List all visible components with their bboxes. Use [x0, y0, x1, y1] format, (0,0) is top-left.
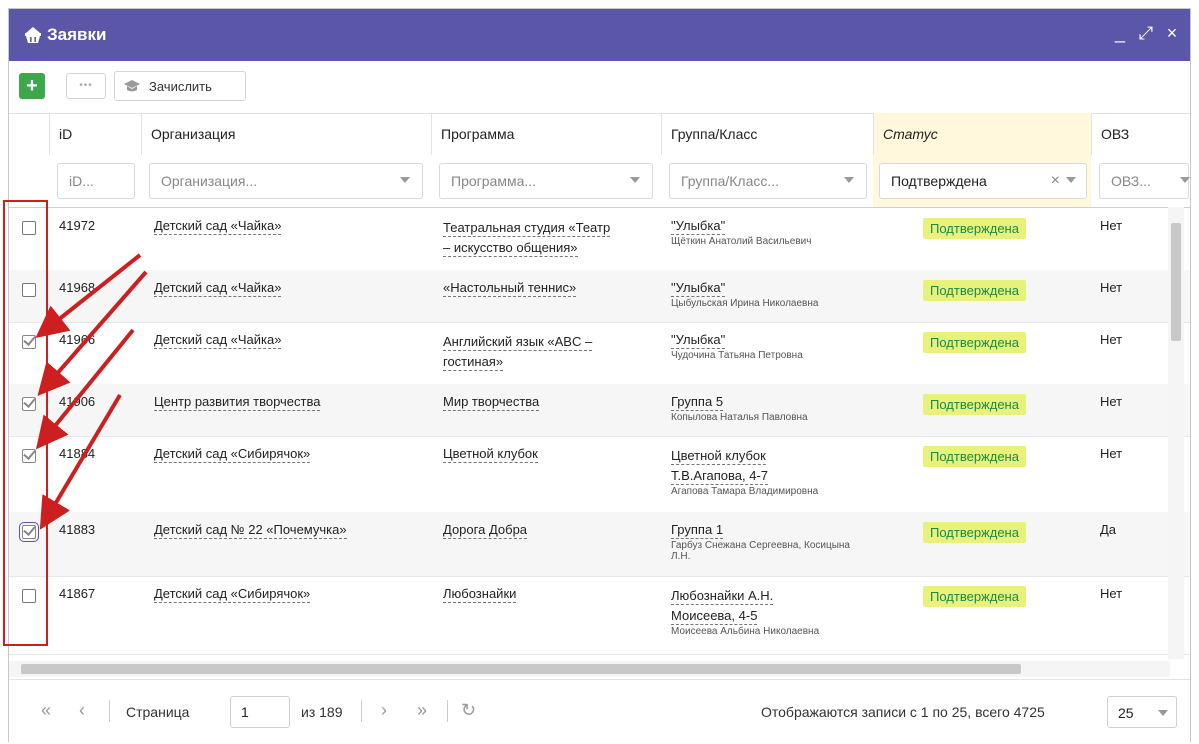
- annotation-arrow: [39, 393, 122, 530]
- annotation-arrow: [35, 328, 135, 450]
- annotation-arrows: [35, 253, 148, 530]
- annotation-arrow: [35, 253, 142, 338]
